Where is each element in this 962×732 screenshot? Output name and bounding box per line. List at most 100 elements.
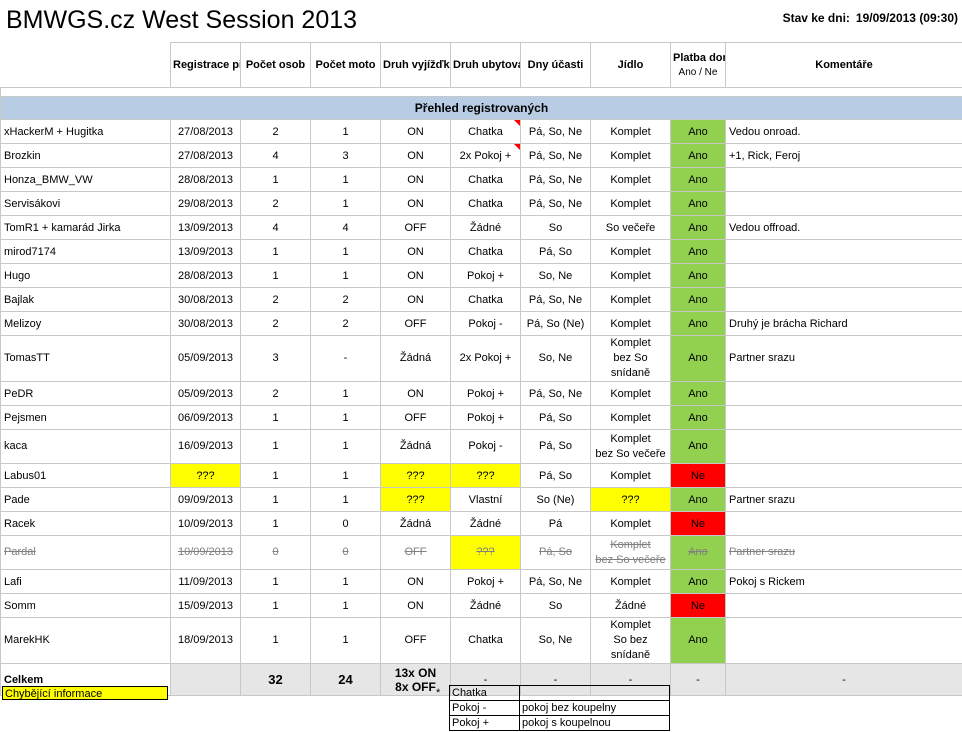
cell-motos: 1 — [310, 463, 381, 488]
cell-days: Pá, So — [520, 463, 591, 488]
cell-food: Komplet bez So večeře — [590, 535, 671, 570]
totals-payment: - — [670, 663, 726, 696]
cell-accommodation: 2x Pokoj + — [450, 143, 521, 168]
cell-motos: - — [310, 335, 381, 382]
cell-registration-date: 30/08/2013 — [170, 287, 241, 312]
cell-ride-type: ON — [380, 287, 451, 312]
cell-days: So — [520, 593, 591, 618]
cell-food: Komplet — [590, 569, 671, 594]
cell-motos: 2 — [310, 311, 381, 336]
header-payment-sub: Ano / Ne — [678, 66, 718, 78]
cell-persons: 2 — [240, 191, 311, 216]
cell-ride-type: ON — [380, 143, 451, 168]
cell-name: kaca — [0, 429, 171, 464]
cell-accommodation: Pokoj - — [450, 429, 521, 464]
cell-persons: 1 — [240, 569, 311, 594]
cell-name: Labus01 — [0, 463, 171, 488]
legend-missing-info: Chybějící informace — [2, 686, 168, 700]
totals-comment: - — [725, 663, 962, 696]
cell-food: Komplet — [590, 143, 671, 168]
header-accommodation: Druh ubytování * — [450, 42, 521, 88]
cell-accommodation: Žádné — [450, 511, 521, 536]
cell-name: MarekHK — [0, 617, 171, 664]
cell-payment-status: Ne — [670, 593, 726, 618]
cell-ride-type: ON — [380, 239, 451, 264]
table-row: Brozkin 27/08/2013 4 3 ON 2x Pokoj + Pá, So, N… — [0, 143, 962, 168]
cell-payment-status: Ano — [670, 487, 726, 512]
table-row: Pardal 10/09/2013 0 0 OFF??? Pá, So Komplet bez… — [0, 535, 962, 570]
cell-motos: 1 — [310, 429, 381, 464]
cell-days: Pá, So, Ne — [520, 569, 591, 594]
cell-days: Pá, So, Ne — [520, 287, 591, 312]
cell-name: Servisákovi — [0, 191, 171, 216]
cell-days: So (Ne) — [520, 487, 591, 512]
page-title: BMWGS.cz West Session 2013 — [6, 6, 358, 34]
cell-food: Komplet — [590, 287, 671, 312]
cell-ride-type: Žádná — [380, 511, 451, 536]
cell-persons: 4 — [240, 215, 311, 240]
cell-motos: 1 — [310, 405, 381, 430]
cell-persons: 3 — [240, 335, 311, 382]
cell-registration-date: 05/09/2013 — [170, 335, 241, 382]
cell-food: Komplet — [590, 463, 671, 488]
cell-comment: Partner srazu — [725, 535, 962, 570]
cell-persons: 2 — [240, 381, 311, 406]
table-row: Pade 09/09/2013 1 1??? Vlastní So (Ne)??? Ano P… — [0, 487, 962, 512]
cell-payment-status: Ano — [670, 143, 726, 168]
header-registration: Registrace přijata dne — [170, 42, 241, 88]
cell-comment — [725, 381, 962, 406]
cell-name: Honza_BMW_VW — [0, 167, 171, 192]
cell-payment-status: Ano — [670, 569, 726, 594]
header-row: Registrace přijata dne Počet osob Počet … — [0, 42, 962, 88]
header-motos: Počet moto — [310, 42, 381, 88]
cell-motos: 4 — [310, 215, 381, 240]
table-row: Racek 10/09/2013 1 0 Žádná Žádné Pá Komplet Ne — [0, 511, 962, 536]
cell-payment-status: Ano — [670, 381, 726, 406]
cell-comment: Druhý je brácha Richard — [725, 311, 962, 336]
cell-payment-status: Ano — [670, 311, 726, 336]
cell-accommodation: Pokoj + — [450, 381, 521, 406]
cell-payment-status: Ano — [670, 405, 726, 430]
cell-food: ??? — [590, 487, 671, 512]
status-date: Stav ke dni: 19/09/2013 (09:30) — [783, 11, 958, 25]
table-row: Honza_BMW_VW 28/08/2013 1 1 ON Chatka Pá, So, … — [0, 167, 962, 192]
header-blank — [0, 42, 171, 88]
table-row: Hugo 28/08/2013 1 1 ON Pokoj + So, Ne Komplet An… — [0, 263, 962, 288]
cell-ride-type: ON — [380, 263, 451, 288]
cell-comment — [725, 287, 962, 312]
cell-accommodation: Chatka — [450, 119, 521, 144]
cell-registration-date: 13/09/2013 — [170, 215, 241, 240]
totals-motos: 24 — [310, 663, 381, 696]
cell-registration-date: 09/09/2013 — [170, 487, 241, 512]
registrations-table: Registrace přijata dne Počet osob Počet … — [0, 42, 962, 696]
cell-ride-type: OFF — [380, 215, 451, 240]
cell-persons: 1 — [240, 405, 311, 430]
cell-name: PeDR — [0, 381, 171, 406]
cell-accommodation: Chatka — [450, 239, 521, 264]
cell-comment — [725, 167, 962, 192]
cell-comment: +1, Rick, Feroj — [725, 143, 962, 168]
cell-comment — [725, 429, 962, 464]
cell-ride-type: ON — [380, 569, 451, 594]
table-row: Melizoy 30/08/2013 2 2 OFF Pokoj - Pá, So (Ne)… — [0, 311, 962, 336]
cell-accommodation: Chatka — [450, 287, 521, 312]
table-row: Labus01??? 1 1?????? Pá, So Komplet Ne — [0, 463, 962, 488]
cell-food: Žádné — [590, 593, 671, 618]
cell-ride-type: ON — [380, 593, 451, 618]
cell-name: TomR1 + kamarád Jirka — [0, 215, 171, 240]
cell-payment-status: Ano — [670, 335, 726, 382]
cell-ride-type: ON — [380, 119, 451, 144]
cell-registration-date: 29/08/2013 — [170, 191, 241, 216]
table-row: TomR1 + kamarád Jirka 13/09/2013 4 4 OFF Žádn… — [0, 215, 962, 240]
cell-registration-date: 11/09/2013 — [170, 569, 241, 594]
cell-motos: 1 — [310, 381, 381, 406]
cell-name: Bajlak — [0, 287, 171, 312]
cell-motos: 2 — [310, 287, 381, 312]
cell-name: Brozkin — [0, 143, 171, 168]
cell-accommodation: ??? — [450, 535, 521, 570]
cell-accommodation: Chatka — [450, 167, 521, 192]
cell-comment: Vedou onroad. — [725, 119, 962, 144]
cell-registration-date: 05/09/2013 — [170, 381, 241, 406]
cell-days: Pá, So, Ne — [520, 143, 591, 168]
cell-accommodation: ??? — [450, 463, 521, 488]
